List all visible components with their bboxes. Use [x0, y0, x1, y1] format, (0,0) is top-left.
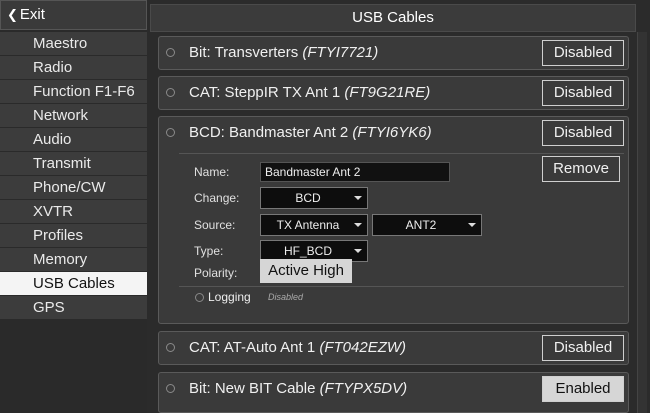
expand-radio-icon[interactable]: [166, 48, 175, 57]
scrollbar[interactable]: [637, 32, 647, 413]
cable-state-button[interactable]: Enabled: [542, 376, 624, 402]
cable-item[interactable]: Bit: New BIT Cable (FTYPX5DV) Enabled: [158, 372, 629, 413]
page-title: USB Cables: [150, 4, 636, 32]
cable-title: BCD: Bandmaster Ant 2 (FTYI6YK6): [189, 124, 432, 141]
logging-row[interactable]: Logging Disabled: [179, 286, 624, 306]
cable-details: Name: Bandmaster Ant 2 Remove Change: BC…: [179, 153, 624, 283]
name-label: Name:: [194, 165, 230, 179]
logging-label: Logging: [208, 290, 251, 304]
sidebar-item-maestro[interactable]: Maestro: [0, 32, 147, 56]
expand-radio-icon[interactable]: [166, 88, 175, 97]
polarity-toggle[interactable]: Active High: [260, 259, 352, 283]
antenna-dropdown[interactable]: ANT2: [372, 214, 482, 236]
exit-label: Exit: [19, 6, 45, 23]
change-dropdown[interactable]: BCD: [260, 187, 368, 209]
sidebar-item-function[interactable]: Function F1-F6: [0, 80, 147, 104]
cable-item[interactable]: CAT: AT-Auto Ant 1 (FT042EZW) Disabled: [158, 331, 629, 365]
cable-title: Bit: New BIT Cable (FTYPX5DV): [189, 380, 408, 397]
logging-status: Disabled: [268, 292, 304, 302]
cable-state-button[interactable]: Disabled: [542, 335, 624, 361]
caret-down-icon: [354, 249, 362, 253]
cable-title: CAT: AT-Auto Ant 1 (FT042EZW): [189, 339, 407, 356]
sidebar-item-usb-cables[interactable]: USB Cables: [0, 272, 147, 296]
exit-button[interactable]: ❮ Exit: [0, 0, 147, 30]
sidebar-item-profiles[interactable]: Profiles: [0, 224, 147, 248]
cable-item[interactable]: Bit: Transverters (FTYI7721) Disabled: [158, 36, 629, 70]
chevron-left-icon: ❮: [7, 7, 18, 22]
change-label: Change:: [194, 191, 240, 205]
caret-down-icon: [468, 223, 476, 227]
remove-button[interactable]: Remove: [542, 156, 620, 182]
sidebar-item-network[interactable]: Network: [0, 104, 147, 128]
source-label: Source:: [194, 218, 236, 232]
expand-radio-icon[interactable]: [166, 343, 175, 352]
sidebar-item-phone-cw[interactable]: Phone/CW: [0, 176, 147, 200]
cable-item-expanded[interactable]: BCD: Bandmaster Ant 2 (FTYI6YK6) Disable…: [158, 116, 629, 324]
expand-radio-icon[interactable]: [166, 384, 175, 393]
source-dropdown[interactable]: TX Antenna: [260, 214, 368, 236]
sidebar: ❮ Exit Maestro Radio Function F1-F6 Netwo…: [0, 0, 147, 413]
sidebar-item-audio[interactable]: Audio: [0, 128, 147, 152]
cable-title: CAT: SteppIR TX Ant 1 (FT9G21RE): [189, 84, 431, 101]
sidebar-item-transmit[interactable]: Transmit: [0, 152, 147, 176]
main-panel: USB Cables Bit: Transverters (FTYI7721) …: [150, 0, 650, 413]
cable-name-input[interactable]: Bandmaster Ant 2: [260, 162, 450, 182]
sidebar-item-xvtr[interactable]: XVTR: [0, 200, 147, 224]
cable-state-button[interactable]: Disabled: [542, 120, 624, 146]
cable-state-button[interactable]: Disabled: [542, 40, 624, 66]
polarity-label: Polarity:: [194, 266, 238, 280]
cable-state-button[interactable]: Disabled: [542, 80, 624, 106]
type-label: Type:: [194, 244, 224, 258]
caret-down-icon: [354, 196, 362, 200]
logging-radio-icon[interactable]: [195, 293, 204, 302]
caret-down-icon: [354, 223, 362, 227]
sidebar-item-memory[interactable]: Memory: [0, 248, 147, 272]
sidebar-item-gps[interactable]: GPS: [0, 296, 147, 320]
sidebar-menu: Maestro Radio Function F1-F6 Network Aud…: [0, 32, 147, 320]
sidebar-item-radio[interactable]: Radio: [0, 56, 147, 80]
expand-radio-icon[interactable]: [166, 128, 175, 137]
cable-item[interactable]: CAT: SteppIR TX Ant 1 (FT9G21RE) Disable…: [158, 76, 629, 110]
cable-title: Bit: Transverters (FTYI7721): [189, 44, 379, 61]
